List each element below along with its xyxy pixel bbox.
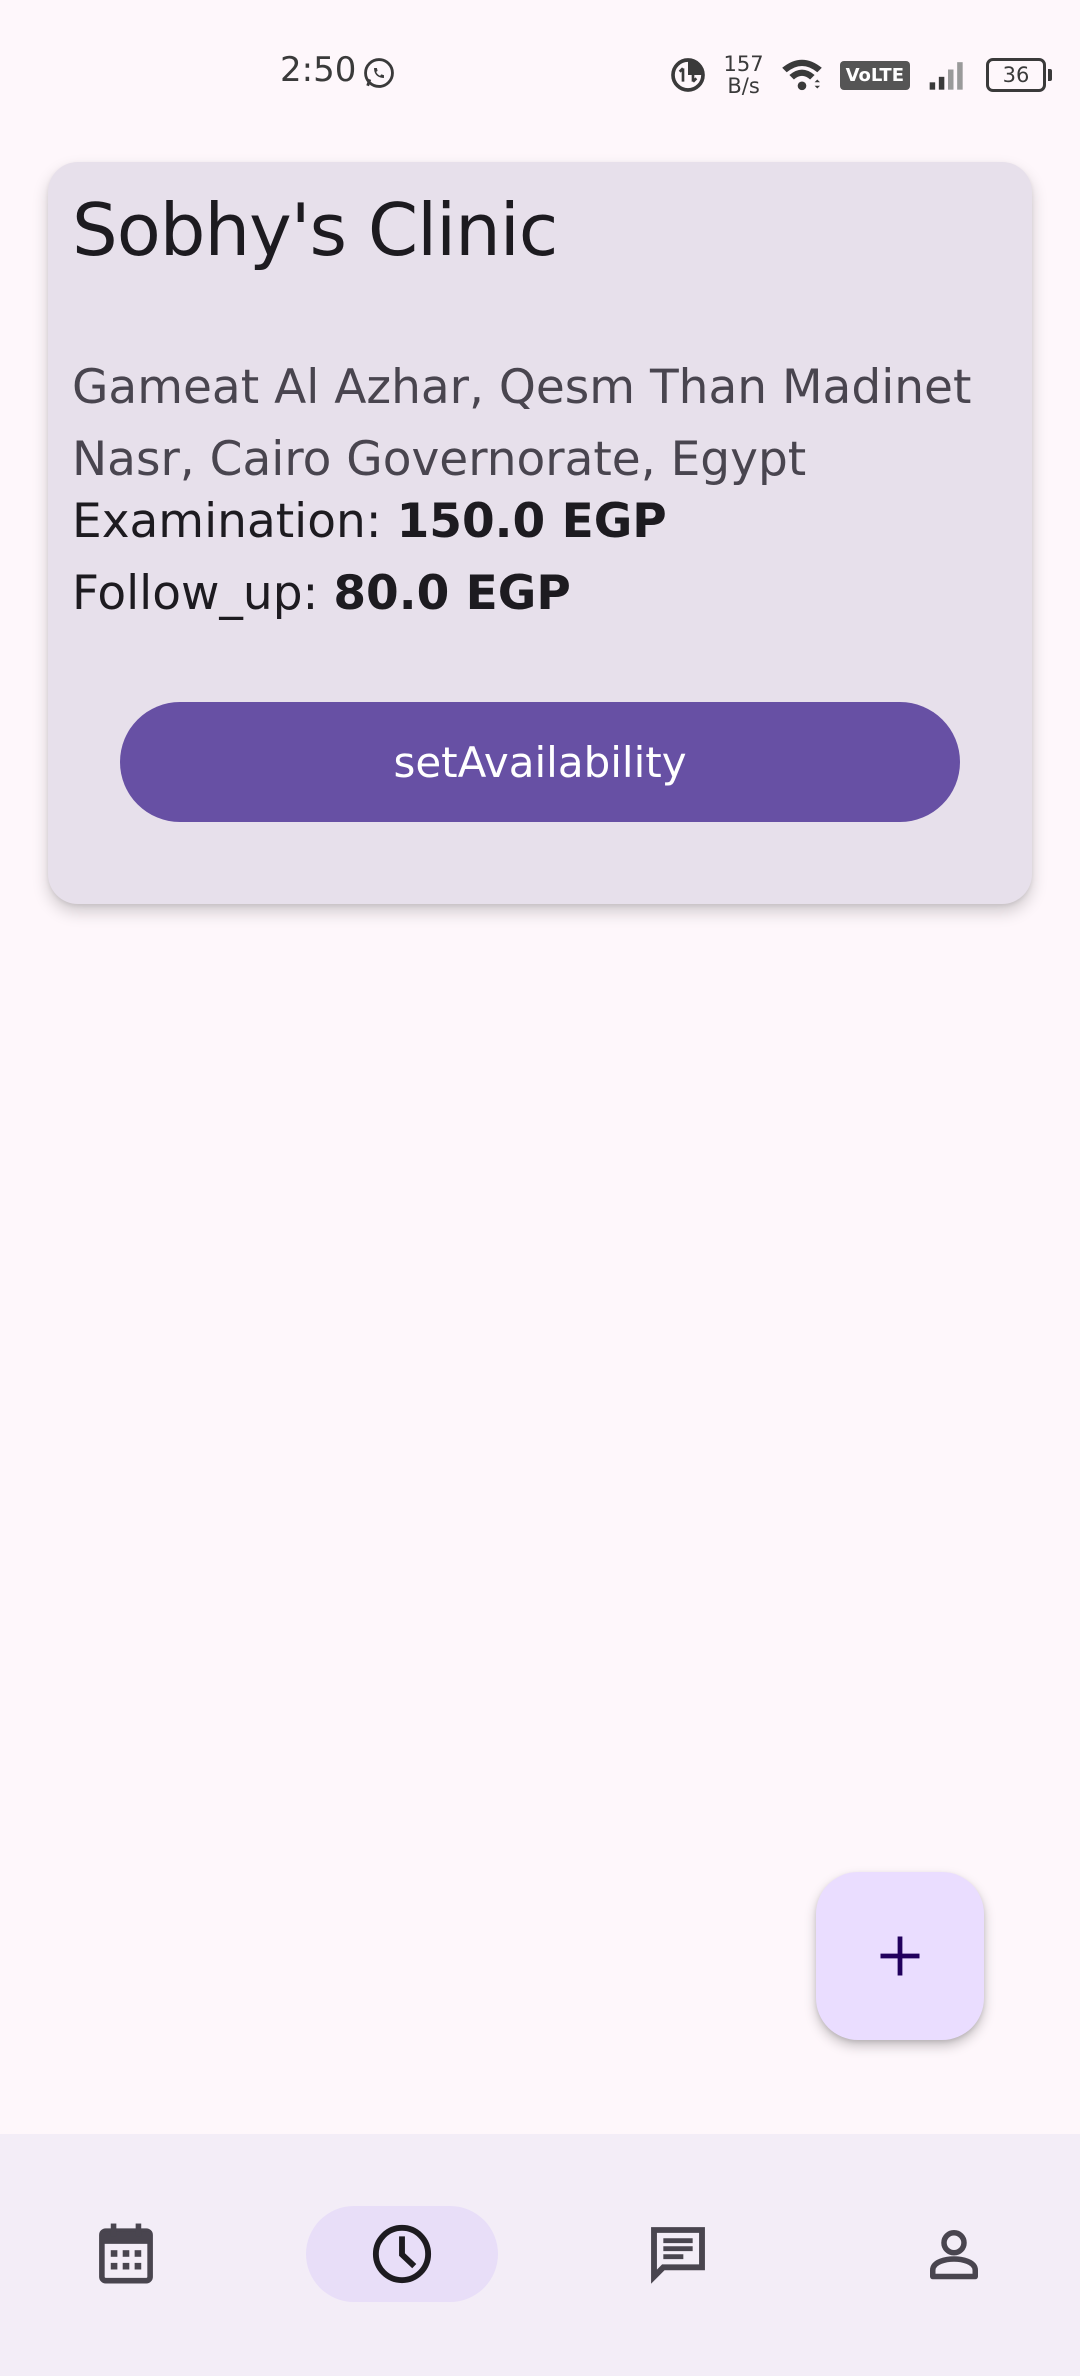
status-icons: 157 B/s VoLTE 36	[668, 48, 1052, 102]
calendar-icon	[99, 2223, 153, 2284]
clinic-address: Gameat Al Azhar, Qesm Than Madinet Nasr,…	[72, 360, 972, 487]
follow-up-price: Follow_up: 80.0 EGP	[72, 566, 571, 621]
follow-up-value: 80.0 EGP	[333, 566, 571, 621]
volte-badge: VoLTE	[839, 60, 910, 90]
network-speed-unit: B/s	[727, 74, 760, 98]
add-clinic-fab[interactable]	[816, 1872, 984, 2040]
clock-icon	[372, 2224, 432, 2284]
set-availability-button[interactable]: setAvailability	[120, 702, 960, 822]
whatsapp-icon	[364, 58, 394, 88]
bottom-navigation	[0, 2134, 1080, 2376]
follow-up-label: Follow_up:	[72, 566, 334, 621]
network-speed-value: 157	[723, 52, 764, 76]
examination-value: 150.0 EGP	[396, 494, 667, 549]
battery-level: 36	[1002, 63, 1030, 87]
chat-icon	[651, 2227, 705, 2284]
clinic-name: Sobhy's Clinic	[72, 188, 558, 272]
clinic-card: Sobhy's Clinic Gameat Al Azhar, Qesm Tha…	[48, 162, 1032, 904]
person-icon	[930, 2230, 978, 2280]
data-saver-icon	[670, 58, 705, 92]
examination-price: Examination: 150.0 EGP	[72, 494, 667, 549]
add-icon	[880, 1936, 920, 1976]
battery-icon: 36	[986, 58, 1052, 92]
nav-item-availability[interactable]	[306, 2206, 498, 2302]
screen: 2:50 157 B/s VoLTE 36 Sobhy's Clinic Gam…	[0, 0, 1080, 2376]
status-bar: 2:50 157 B/s VoLTE 36	[0, 0, 1080, 140]
nav-item-calendar[interactable]	[30, 2206, 222, 2302]
nav-item-messages[interactable]	[582, 2206, 774, 2302]
examination-label: Examination:	[72, 494, 397, 549]
wifi-icon	[781, 59, 822, 91]
network-speed: 157 B/s	[724, 53, 764, 97]
signal-icon	[929, 62, 963, 90]
nav-item-profile[interactable]	[858, 2206, 1050, 2302]
status-time: 2:50	[280, 50, 357, 90]
